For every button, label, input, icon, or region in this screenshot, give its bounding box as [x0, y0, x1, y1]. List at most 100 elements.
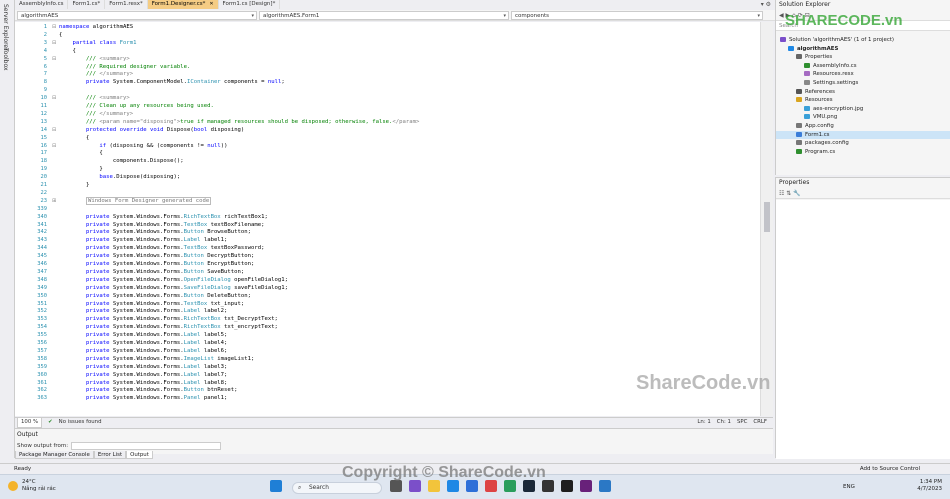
code-line[interactable]: components.Dispose();: [59, 157, 184, 165]
code-editor[interactable]: 1 ⊟ 2 3 ⊟ 4 5 ⊟ 6 7 8 9 10 ⊟ 11 12 13 14 ⊟ 15 16 ⊟ 17 18 19 20 21 2…: [15, 22, 773, 416]
fold-toggle-icon[interactable]: ⊟: [52, 126, 58, 134]
fold-toggle-icon[interactable]: ⊟: [52, 142, 58, 150]
start-icon[interactable]: [270, 480, 282, 492]
properties-toolbar[interactable]: ☷ ⇅ 🔧: [776, 188, 950, 199]
member-dropdown[interactable]: components ▾: [511, 11, 763, 20]
fold-toggle-icon[interactable]: ⊟: [52, 55, 58, 63]
code-line[interactable]: private System.Windows.Forms.RichTextBox…: [59, 323, 278, 331]
class-dropdown[interactable]: algorithmAES.Form1 ▾: [259, 11, 509, 20]
line-ending-indicator: CRLF: [753, 419, 767, 425]
tab-package-manager[interactable]: Package Manager Console: [15, 451, 94, 459]
fold-toggle-icon[interactable]: ⊞: [52, 197, 58, 205]
code-line[interactable]: private System.Windows.Forms.ImageList i…: [59, 355, 254, 363]
fold-toggle-icon[interactable]: ⊟: [52, 39, 58, 47]
code-line[interactable]: {: [59, 149, 102, 157]
code-line[interactable]: }: [59, 165, 102, 173]
code-line[interactable]: /// Required designer variable.: [59, 63, 190, 71]
code-line[interactable]: private System.Windows.Forms.Label label…: [59, 347, 227, 355]
code-line[interactable]: private System.Windows.Forms.Button Save…: [59, 268, 244, 276]
app-icon[interactable]: [599, 480, 611, 492]
code-line[interactable]: private System.Windows.Forms.Panel panel…: [59, 394, 227, 402]
tree-item[interactable]: VMU.png: [776, 113, 950, 122]
code-line[interactable]: private System.Windows.Forms.Label label…: [59, 236, 227, 244]
code-line[interactable]: private System.Windows.Forms.Label label…: [59, 363, 227, 371]
code-line[interactable]: private System.Windows.Forms.Button Decr…: [59, 252, 254, 260]
tab-form1-resx[interactable]: Form1.resx*: [105, 0, 148, 9]
tab-form1-cs[interactable]: Form1.cs*: [68, 0, 106, 9]
scrollbar-thumb[interactable]: [764, 202, 770, 232]
tree-item[interactable]: Form1.cs: [776, 130, 950, 140]
code-line[interactable]: private System.Windows.Forms.Label label…: [59, 331, 227, 339]
code-area[interactable]: namespace algorithmAES{ partial class Fo…: [59, 22, 773, 416]
code-line[interactable]: private System.ComponentModel.IContainer…: [59, 78, 285, 86]
tree-item[interactable]: algorithmAES: [776, 45, 950, 54]
code-line[interactable]: }: [59, 181, 89, 189]
tree-item[interactable]: References: [776, 88, 950, 97]
code-line[interactable]: {: [59, 31, 62, 39]
code-line[interactable]: partial class Form1: [59, 39, 136, 47]
tab-assemblyinfo[interactable]: AssemblyInfo.cs: [15, 0, 69, 9]
tab-form1-design[interactable]: Form1.cs [Design]*: [219, 0, 281, 9]
add-source-control-button[interactable]: Add to Source Control: [860, 464, 920, 474]
code-line[interactable]: private System.Windows.Forms.TextBox tex…: [59, 221, 265, 229]
code-line[interactable]: {: [59, 134, 89, 142]
issues-label[interactable]: No issues found: [59, 418, 102, 427]
tree-item[interactable]: Properties: [776, 53, 950, 62]
code-line[interactable]: if (disposing && (components != null)): [59, 142, 227, 150]
clock[interactable]: 1:34 PM 4/7/2023: [917, 479, 942, 493]
code-line[interactable]: private System.Windows.Forms.Button Brow…: [59, 228, 251, 236]
tree-item[interactable]: aes-encryption.jpg: [776, 105, 950, 114]
code-line[interactable]: private System.Windows.Forms.SaveFileDia…: [59, 284, 288, 292]
line-number: 9: [43, 87, 47, 94]
code-line[interactable]: private System.Windows.Forms.Button btnR…: [59, 386, 238, 394]
visual-studio-icon[interactable]: [580, 480, 592, 492]
editor-scrollbar[interactable]: [760, 22, 773, 416]
code-line[interactable]: private System.Windows.Forms.Label label…: [59, 307, 227, 315]
code-line[interactable]: /// <summary>: [59, 55, 130, 63]
tab-output[interactable]: Output: [126, 451, 153, 459]
tab-error-list[interactable]: Error List: [93, 451, 127, 459]
code-line[interactable]: private System.Windows.Forms.Label label…: [59, 339, 227, 347]
code-line[interactable]: private System.Windows.Forms.Button Encr…: [59, 260, 254, 268]
weather-widget[interactable]: 24°C Nắng rải rác: [8, 479, 56, 493]
code-line[interactable]: private System.Windows.Forms.OpenFileDia…: [59, 276, 288, 284]
output-source-select[interactable]: [71, 442, 221, 450]
toolbox-tab[interactable]: Toolbox: [2, 48, 9, 71]
code-line[interactable]: protected override void Dispose(bool dis…: [59, 126, 244, 134]
fold-toggle-icon[interactable]: ⊟: [52, 94, 58, 102]
code-line[interactable]: private System.Windows.Forms.Button Dele…: [59, 292, 251, 300]
code-line[interactable]: /// <param name="disposing">true if mana…: [59, 118, 419, 126]
close-icon[interactable]: ✕: [209, 1, 213, 7]
zoom-select[interactable]: 100 %: [17, 417, 43, 428]
code-line[interactable]: /// </summary>: [59, 70, 133, 78]
fold-toggle-icon[interactable]: ⊟: [52, 23, 58, 31]
code-line[interactable]: base.Dispose(disposing);: [59, 173, 180, 181]
tree-item[interactable]: AssemblyInfo.cs: [776, 62, 950, 71]
tree-item[interactable]: packages.config: [776, 139, 950, 148]
code-line[interactable]: namespace algorithmAES: [59, 23, 133, 31]
code-line[interactable]: private System.Windows.Forms.Label label…: [59, 379, 227, 387]
terminal-icon[interactable]: [561, 480, 573, 492]
code-line[interactable]: {: [59, 47, 75, 55]
language-indicator[interactable]: ENG: [843, 484, 855, 490]
tree-item[interactable]: Solution 'algorithmAES' (1 of 1 project): [776, 36, 950, 45]
code-line[interactable]: Windows Form Designer generated code: [59, 196, 212, 205]
tree-item[interactable]: Settings.settings: [776, 79, 950, 88]
code-line[interactable]: private System.Windows.Forms.RichTextBox…: [59, 315, 278, 323]
taskbar-search[interactable]: ⌕ Search: [292, 482, 382, 494]
server-explorer-tab[interactable]: Server Explorer: [2, 4, 9, 51]
code-line[interactable]: private System.Windows.Forms.TextBox txt…: [59, 300, 244, 308]
tree-item[interactable]: Program.cs: [776, 148, 950, 157]
code-line[interactable]: /// </summary>: [59, 110, 133, 118]
code-line[interactable]: /// Clean up any resources being used.: [59, 102, 214, 110]
code-line[interactable]: /// <summary>: [59, 94, 130, 102]
code-line[interactable]: private System.Windows.Forms.TextBox tex…: [59, 244, 265, 252]
tree-item[interactable]: Resources.resx: [776, 70, 950, 79]
tree-item[interactable]: Resources: [776, 96, 950, 105]
tree-item[interactable]: App.config: [776, 122, 950, 131]
code-line[interactable]: private System.Windows.Forms.Label label…: [59, 371, 227, 379]
tab-overflow-icon[interactable]: ▾ ⚙: [761, 0, 775, 9]
project-dropdown[interactable]: algorithmAES ▾: [17, 11, 257, 20]
tab-form1-designer[interactable]: Form1.Designer.cs* ✕: [147, 0, 219, 9]
code-line[interactable]: private System.Windows.Forms.RichTextBox…: [59, 213, 268, 221]
